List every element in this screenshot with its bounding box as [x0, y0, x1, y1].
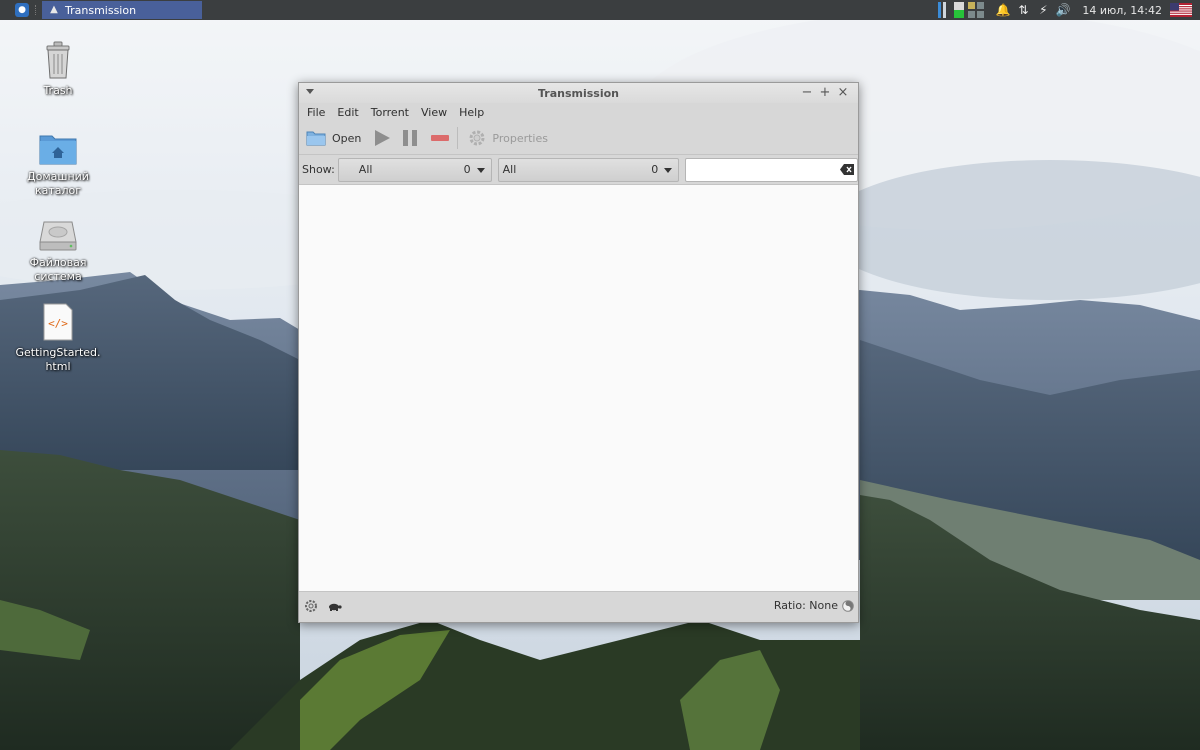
memory-graph[interactable] — [943, 2, 947, 18]
toolbar-separator — [457, 127, 459, 149]
menu-help[interactable]: Help — [453, 103, 490, 122]
activity-filter-combo[interactable]: All 0 — [337, 157, 492, 182]
desktop-icon-label: Домашний каталог — [27, 170, 89, 197]
desktop-icon-gettingstarted[interactable]: </> GettingStarted. html — [13, 302, 103, 374]
panel-separator — [35, 5, 36, 15]
battery-indicator[interactable] — [954, 2, 965, 18]
open-button-label: Open — [332, 131, 362, 145]
torrent-list[interactable] — [299, 184, 858, 592]
properties-button[interactable]: Properties — [468, 125, 548, 151]
home-folder-icon — [39, 135, 77, 165]
html-file-icon: </> — [43, 303, 73, 341]
pause-icon — [403, 130, 418, 146]
applications-menu-icon[interactable]: ● — [15, 3, 29, 17]
notification-bell-icon[interactable]: 🔔 — [994, 3, 1012, 17]
tracker-filter-value: All — [502, 163, 517, 176]
network-updown-icon[interactable]: ⇅ — [1014, 3, 1032, 17]
maximize-button[interactable]: + — [816, 84, 834, 102]
cpu-graph[interactable] — [938, 2, 942, 18]
svg-text:</>: </> — [48, 317, 68, 330]
desktop-icon-trash[interactable]: Trash — [13, 40, 103, 98]
taskbar-button-label: Transmission — [65, 3, 137, 17]
drive-icon — [39, 221, 77, 251]
tracker-filter-combo[interactable]: All 0 — [497, 157, 680, 182]
search-input[interactable] — [685, 157, 858, 182]
open-button[interactable]: Open — [306, 125, 361, 151]
desktop-icon-label: Файловая система — [29, 256, 87, 283]
power-icon[interactable]: ⚡ — [1034, 3, 1052, 17]
start-button[interactable] — [373, 125, 391, 151]
window-title: Transmission — [537, 86, 619, 100]
tracker-filter-count: 0 — [651, 163, 659, 176]
pause-button[interactable] — [401, 125, 419, 151]
filterbar: Show: All 0 All 0 — [299, 154, 858, 184]
transmission-window: Transmission − + × File Edit Torrent Vie… — [298, 82, 859, 623]
clock[interactable]: 14 июл, 14:42 — [1082, 4, 1162, 17]
start-icon — [375, 130, 391, 146]
minimize-button[interactable]: − — [798, 84, 816, 102]
chevron-down-icon — [664, 167, 673, 173]
statusbar: Ratio: None — [299, 592, 858, 620]
window-titlebar[interactable]: Transmission − + × — [299, 83, 858, 103]
ratio-label: Ratio: None — [773, 599, 838, 612]
ratio-icon — [842, 599, 854, 612]
properties-button-label: Properties — [492, 131, 548, 145]
transmission-icon: ▲ — [50, 4, 58, 15]
show-label: Show: — [302, 163, 335, 176]
trash-icon — [46, 41, 70, 79]
desktop-icon-home[interactable]: Домашний каталог — [13, 130, 103, 198]
activity-filter-value: All — [358, 163, 373, 176]
taskbar-button-transmission[interactable]: ▲ Transmission — [42, 1, 202, 19]
desktop-icon-label: Trash — [43, 84, 73, 97]
us-flag-icon[interactable] — [1170, 3, 1192, 17]
ratio-indicator[interactable]: Ratio: None — [774, 599, 854, 612]
top-panel: ● ▲ Transmission 🔔 ⇅ ⚡ 🔊 14 июл, 14:42 — [0, 0, 1200, 20]
remove-icon — [431, 135, 450, 141]
close-button[interactable]: × — [834, 84, 852, 102]
menubar: File Edit Torrent View Help — [299, 103, 858, 122]
menu-file[interactable]: File — [301, 103, 331, 122]
window-controls: − + × — [798, 84, 852, 102]
menu-edit[interactable]: Edit — [331, 103, 364, 122]
toolbar: Open Properties — [299, 122, 858, 154]
activity-filter-count: 0 — [463, 163, 471, 176]
menu-torrent[interactable]: Torrent — [365, 103, 415, 122]
turtle-icon[interactable] — [328, 599, 342, 613]
properties-gear-icon — [469, 130, 485, 146]
window-menu-icon[interactable] — [306, 89, 314, 94]
workspace-switcher[interactable] — [968, 2, 985, 18]
system-tray: 🔔 ⇅ ⚡ 🔊 14 июл, 14:42 — [938, 0, 1200, 20]
open-folder-icon — [306, 131, 326, 146]
menu-view[interactable]: View — [415, 103, 453, 122]
clear-search-icon[interactable] — [840, 163, 854, 175]
desktop-icon-label: GettingStarted. html — [15, 346, 101, 373]
desktop-icon-filesystem[interactable]: Файловая система — [13, 218, 103, 284]
settings-gear-icon[interactable] — [304, 599, 318, 613]
volume-icon[interactable]: 🔊 — [1054, 3, 1072, 17]
remove-button[interactable] — [431, 125, 450, 151]
chevron-down-icon — [476, 167, 485, 173]
